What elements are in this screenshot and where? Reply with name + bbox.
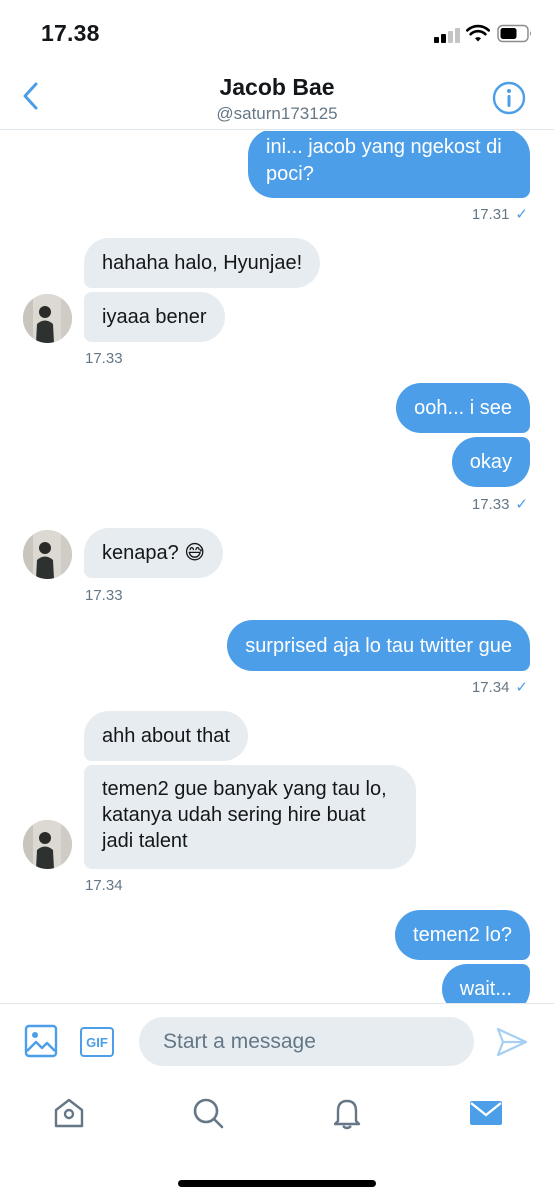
outgoing-message[interactable]: surprised aja lo tau twitter gue xyxy=(227,620,530,671)
message-thread[interactable]: ini... jacob yang ngekost di poci? 17.31… xyxy=(0,131,554,1003)
outgoing-message[interactable]: ooh... i see xyxy=(396,383,530,433)
conversation-header: Jacob Bae @saturn173125 xyxy=(0,60,554,130)
image-icon[interactable] xyxy=(24,1024,58,1058)
outgoing-message[interactable]: temen2 lo? xyxy=(395,910,530,960)
wifi-icon xyxy=(466,24,490,42)
mail-icon[interactable] xyxy=(468,1095,504,1131)
contact-handle: @saturn173125 xyxy=(216,104,338,123)
incoming-message[interactable]: kenapa? 😅 xyxy=(84,528,224,578)
message-timestamp: 17.34 xyxy=(85,877,123,894)
message-composer: GIF xyxy=(0,1003,554,1079)
battery-icon xyxy=(497,24,531,43)
outgoing-message[interactable]: ini... jacob yang ngekost di poci? xyxy=(248,131,530,198)
home-indicator[interactable] xyxy=(178,1180,376,1187)
home-icon[interactable] xyxy=(51,1095,87,1131)
read-check-icon: ✓ xyxy=(515,679,528,696)
contact-name[interactable]: Jacob Bae xyxy=(0,74,554,101)
send-icon[interactable] xyxy=(496,1027,528,1057)
avatar[interactable] xyxy=(23,294,72,343)
message-input[interactable] xyxy=(139,1017,474,1066)
incoming-message[interactable]: ahh about that xyxy=(84,711,248,761)
message-timestamp: 17.33 ✓ xyxy=(471,495,528,514)
message-timestamp: 17.33 xyxy=(85,350,123,367)
bell-icon[interactable] xyxy=(329,1095,365,1131)
message-timestamp: 17.34 ✓ xyxy=(471,678,528,697)
read-check-icon: ✓ xyxy=(515,206,528,223)
incoming-message[interactable]: temen2 gue banyak yang tau lo, katanya u… xyxy=(84,765,416,869)
message-timestamp: 17.33 xyxy=(85,587,123,604)
read-check-icon: ✓ xyxy=(515,496,528,513)
search-icon[interactable] xyxy=(190,1095,226,1131)
status-time: 17.38 xyxy=(41,20,100,46)
status-bar: 17.38 xyxy=(0,0,554,60)
info-icon[interactable] xyxy=(492,81,526,115)
outgoing-message[interactable]: okay xyxy=(451,437,530,487)
outgoing-message[interactable]: wait... xyxy=(441,964,530,1003)
signal-icon xyxy=(434,27,460,43)
gif-label: GIF xyxy=(86,1034,108,1050)
message-timestamp: 17.31 ✓ xyxy=(471,205,528,224)
gif-button[interactable]: GIF xyxy=(80,1027,114,1057)
incoming-message[interactable]: hahaha halo, Hyunjae! xyxy=(84,238,321,288)
tab-bar xyxy=(0,1079,554,1149)
incoming-message[interactable]: iyaaa bener xyxy=(84,292,225,342)
avatar[interactable] xyxy=(23,820,72,869)
avatar[interactable] xyxy=(23,530,72,579)
